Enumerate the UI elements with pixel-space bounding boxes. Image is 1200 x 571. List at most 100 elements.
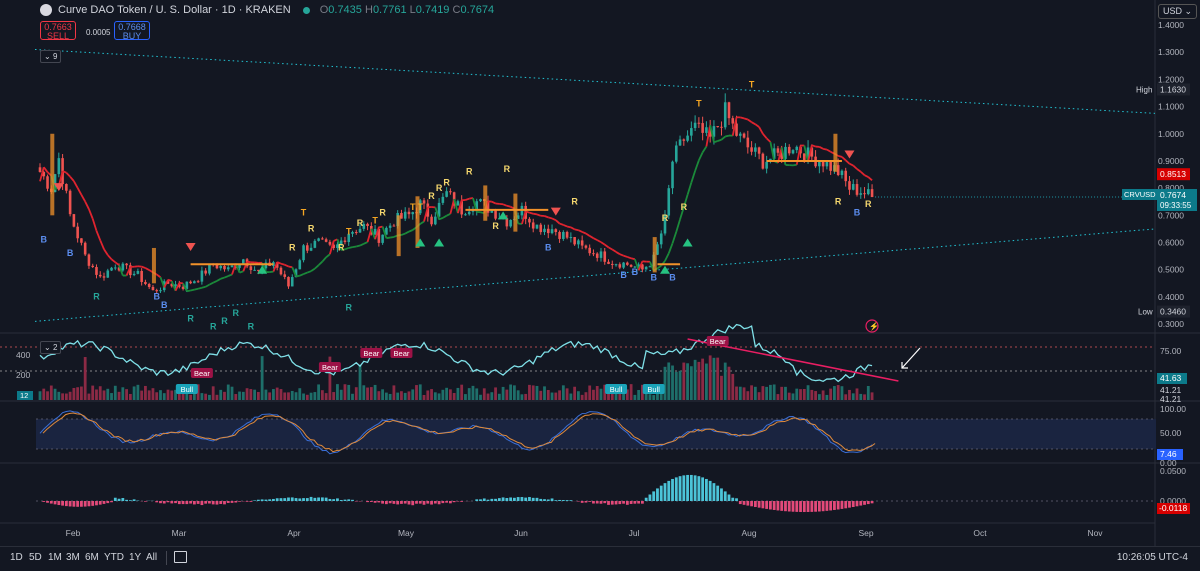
timeframe-ytd[interactable]: YTD (104, 552, 124, 563)
signal-label-R: R (466, 167, 473, 177)
ma-line-segment (586, 233, 590, 235)
high-value: 1.1630 (1160, 84, 1186, 94)
macd-bar (298, 498, 301, 501)
candle-body (144, 282, 147, 284)
volume-bar (249, 389, 252, 400)
volume-pane-toggle[interactable]: ⌄ 2 (40, 341, 61, 354)
ma-line-segment (755, 124, 759, 127)
candle-body (705, 127, 708, 133)
ma-line-segment (168, 280, 172, 281)
macd-bar (347, 499, 350, 501)
ma-line-segment (145, 268, 149, 270)
volume-bar (649, 394, 652, 400)
volume-bar (204, 394, 207, 400)
macd-bar (438, 501, 441, 504)
ma-line-segment (115, 262, 119, 265)
macd-bar (219, 501, 222, 504)
macd-bar (743, 501, 746, 505)
currency-selector[interactable]: USD ⌄ (1158, 4, 1197, 19)
volatility-bar (513, 194, 517, 232)
macd-bar (777, 501, 780, 510)
volatility-bar (50, 134, 54, 216)
candle-body (408, 212, 411, 214)
timeframe-1d[interactable]: 1D (10, 552, 23, 563)
sell-button[interactable]: 0.7663SELL (40, 21, 76, 40)
symbol-title[interactable]: Curve DAO Token / U. S. Dollar · 1D · KR… (58, 4, 291, 16)
ma-line-segment (300, 274, 304, 276)
volume-bar (430, 389, 433, 400)
price-axis-tick: 1.4000 (1158, 20, 1184, 30)
candle-body (716, 126, 719, 127)
volume-bar (754, 387, 757, 400)
ma-line-segment (157, 274, 161, 277)
volume-bar (46, 391, 49, 400)
signal-label-R: R (865, 199, 872, 209)
candle-body (404, 212, 407, 219)
volume-bar (257, 392, 260, 400)
macd-bar (539, 499, 542, 501)
sell-triangle (844, 151, 854, 159)
calendar-icon[interactable] (174, 551, 187, 563)
timeframe-6m[interactable]: 6M (85, 552, 99, 563)
signal-label-B: B (632, 267, 639, 277)
volume-axis-tick: 200 (16, 370, 30, 380)
volume-bar (423, 395, 426, 400)
macd-bar (596, 501, 599, 503)
macd-bar (125, 500, 128, 501)
volume-bar (844, 394, 847, 400)
candle-body (615, 264, 618, 265)
timeframe-all[interactable]: All (146, 552, 157, 563)
buy-button[interactable]: 0.7668BUY (114, 21, 150, 40)
ma-line-segment (450, 199, 454, 214)
macd-bar (517, 497, 520, 501)
timeframe-5d[interactable]: 5D (29, 552, 42, 563)
candle-body (592, 253, 595, 254)
indicators-toggle[interactable]: ⌄ 9 (40, 50, 61, 63)
macd-bar (645, 498, 648, 501)
timeframe-3m[interactable]: 3M (66, 552, 80, 563)
time-axis-tick: Jun (514, 528, 528, 538)
macd-bar (95, 501, 98, 505)
ma-line-segment (552, 218, 556, 220)
volume-bar (136, 385, 139, 400)
volume-bar (129, 394, 132, 400)
macd-bar (509, 497, 512, 501)
volume-bar (517, 390, 520, 400)
candle-body (581, 240, 584, 245)
ma-line-segment (89, 209, 93, 219)
timeframe-1y[interactable]: 1Y (129, 552, 141, 563)
annotation-arrow (902, 348, 920, 368)
macd-bar (396, 501, 399, 504)
volume-bar (871, 392, 874, 400)
volume-bar (39, 391, 42, 400)
volume-bar (735, 387, 738, 400)
candle-body (122, 264, 125, 271)
candle-body (724, 102, 727, 127)
time-axis-tick: May (398, 528, 415, 538)
candle-body (317, 238, 320, 240)
macd-bar (505, 498, 508, 501)
candle-body (743, 134, 746, 138)
ma-line-segment (112, 259, 116, 262)
volume-bar (713, 358, 716, 400)
candle-body (88, 254, 91, 265)
macd-bar (426, 501, 429, 504)
macd-bar (600, 501, 603, 504)
macd-bar (761, 501, 764, 508)
macd-bar (780, 501, 783, 511)
chart-canvas[interactable]: BBRBBRRRRRRTRTRRRTRTTRRRRRRRBBBBBRRTTRBR… (0, 0, 1200, 546)
timeframe-1m[interactable]: 1M (48, 552, 62, 563)
macd-bar (558, 500, 561, 501)
volume-bar (208, 395, 211, 400)
ma-line-segment (593, 238, 597, 240)
lightning-icon-glyph: ⚡ (869, 321, 879, 331)
candle-body (208, 264, 211, 274)
volume-bar (332, 392, 335, 400)
signal-badge-text: Bear (394, 349, 410, 358)
volume-bar (72, 388, 75, 400)
signal-label-B: B (161, 300, 168, 310)
macd-bar (841, 501, 844, 509)
volume-bar (863, 394, 866, 400)
volume-bar (799, 389, 802, 400)
macd-bar (385, 501, 388, 504)
